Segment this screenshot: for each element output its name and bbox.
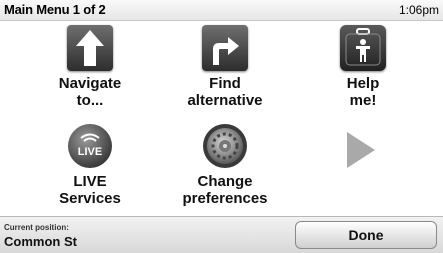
help-me-button[interactable]: Help me!	[318, 25, 408, 109]
live-services-button[interactable]: LIVE LIVE Services	[45, 123, 135, 207]
straight-arrow-icon	[67, 25, 113, 71]
alternative-route-icon	[202, 25, 248, 71]
current-position-value: Common St	[4, 234, 77, 249]
find-alternative-label: Find alternative	[187, 75, 263, 109]
main-menu-screen: Main Menu 1 of 2 1:06pm Navigate to... F…	[0, 0, 443, 253]
find-alternative-button[interactable]: Find alternative	[170, 25, 280, 109]
navigate-to-label: Navigate to...	[58, 75, 122, 109]
status-bar: Current position: Common St Done	[0, 216, 443, 253]
change-preferences-button[interactable]: Change preferences	[168, 123, 282, 207]
current-position-label: Current position:	[4, 223, 69, 232]
first-aid-kit-icon	[340, 25, 386, 71]
title-bar: Main Menu 1 of 2 1:06pm	[0, 0, 443, 21]
done-button[interactable]: Done	[295, 221, 437, 249]
help-me-label: Help me!	[346, 75, 380, 109]
change-preferences-label: Change preferences	[182, 173, 268, 207]
live-badge-text: LIVE	[78, 146, 102, 158]
preferences-gear-icon	[202, 123, 248, 169]
page-title: Main Menu 1 of 2	[4, 2, 106, 17]
navigate-to-button[interactable]: Navigate to...	[45, 25, 135, 109]
next-page-arrow-icon[interactable]	[344, 130, 378, 170]
live-services-icon: LIVE	[67, 123, 113, 169]
live-services-label: LIVE Services	[59, 173, 121, 207]
clock: 1:06pm	[398, 3, 439, 17]
